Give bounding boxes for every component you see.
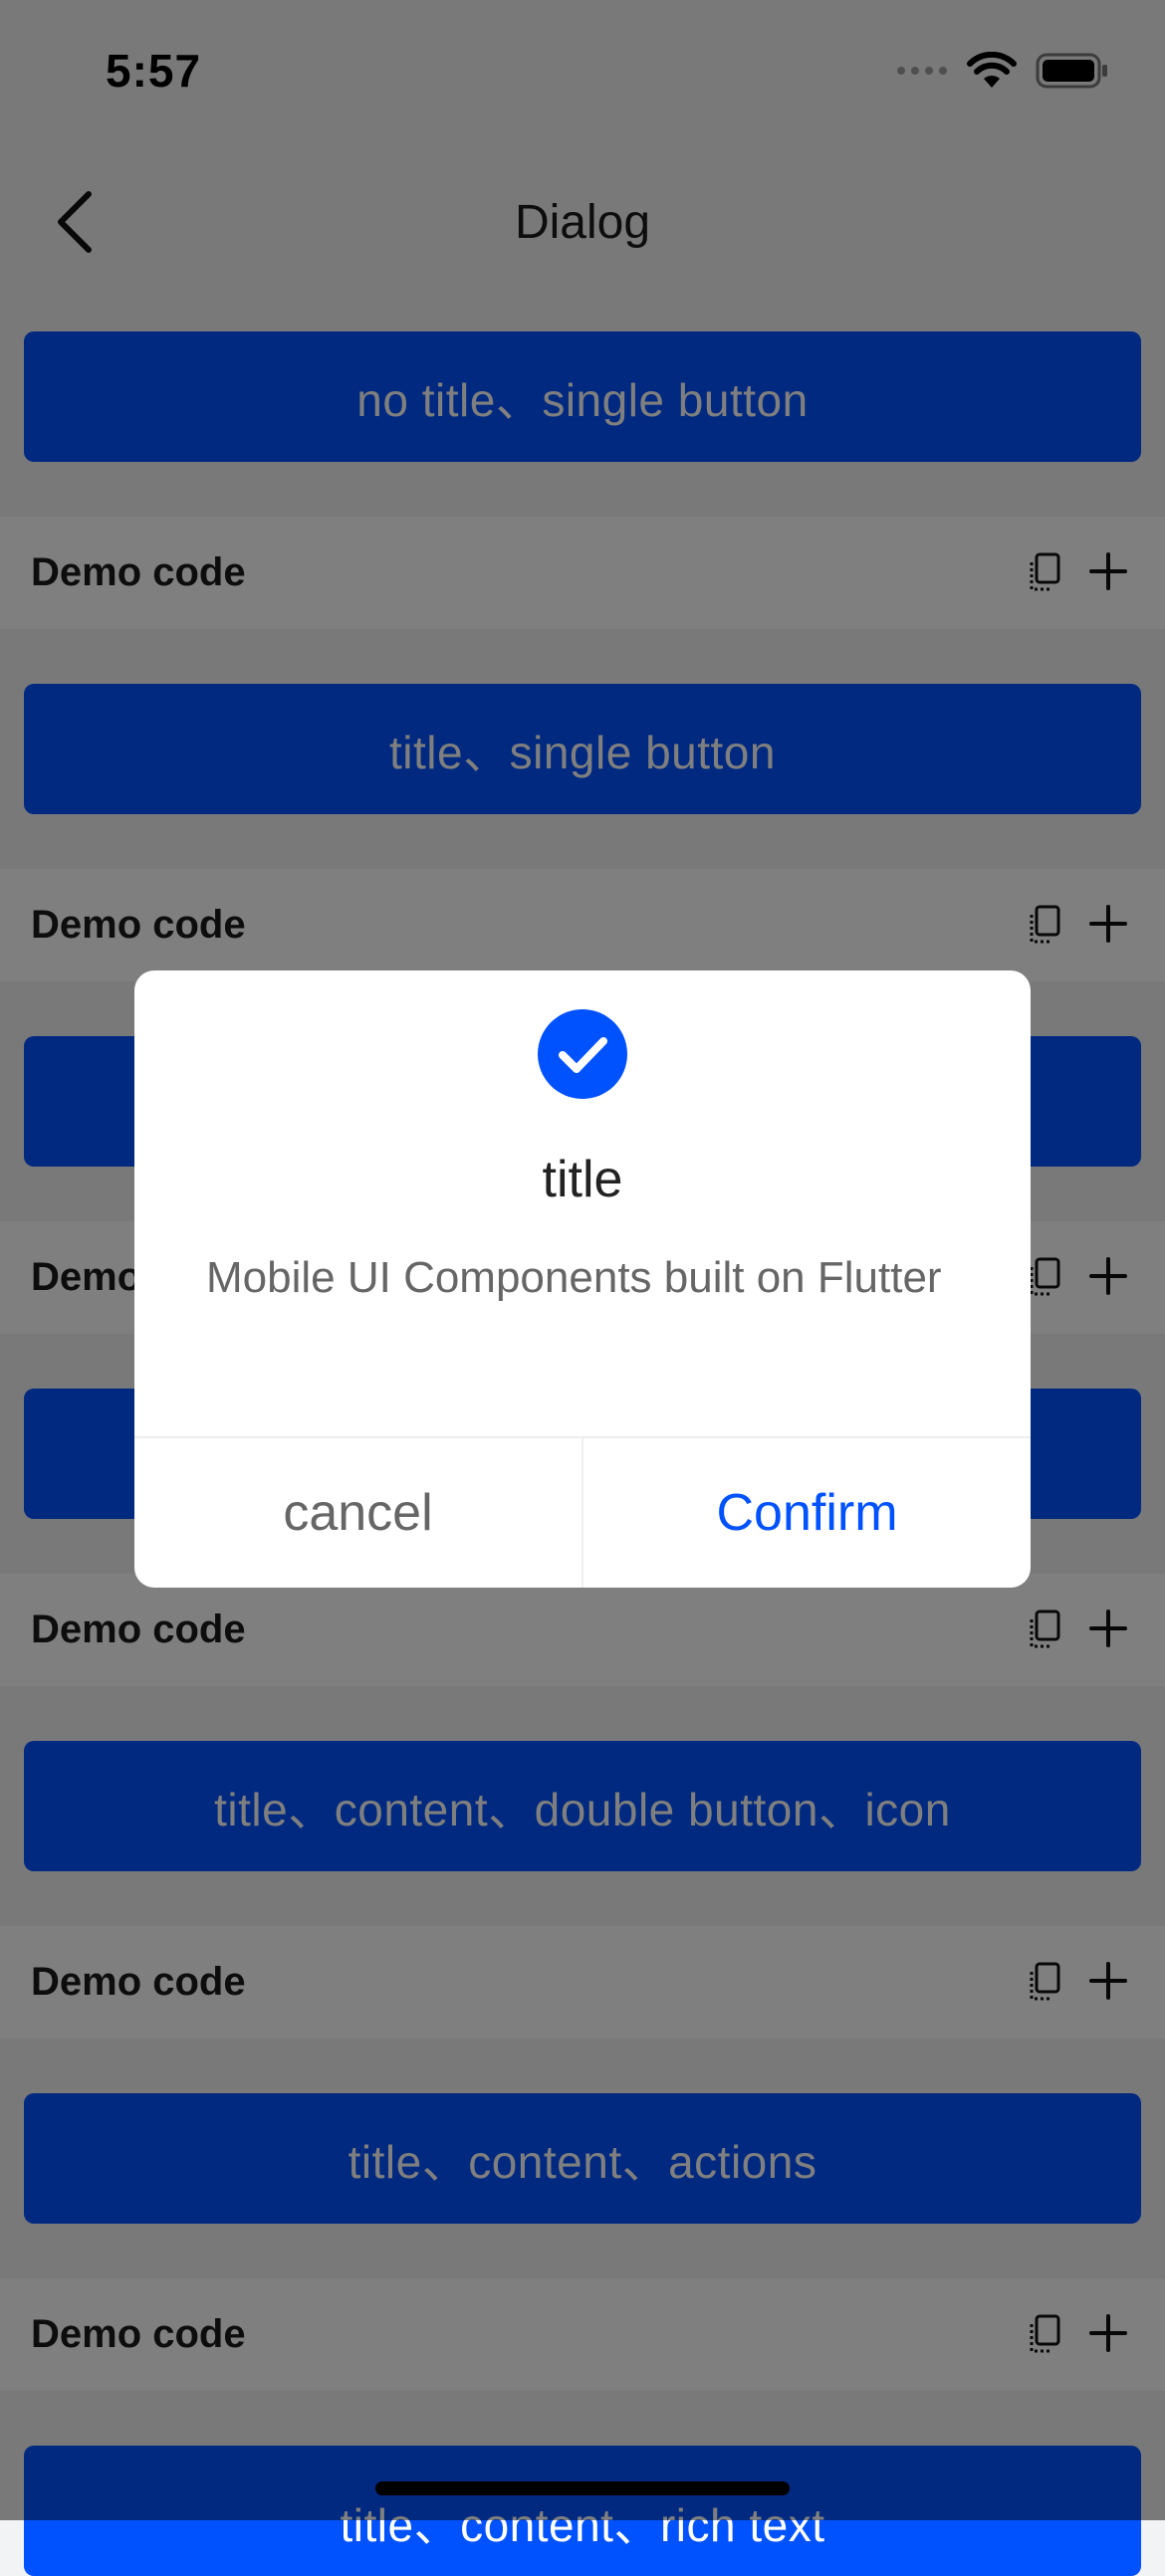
dialog-message: Mobile UI Components built on Flutter bbox=[206, 1253, 942, 1302]
dialog-actions: cancel Confirm bbox=[134, 1438, 1031, 1588]
confirm-button[interactable]: Confirm bbox=[583, 1438, 1031, 1588]
home-indicator bbox=[375, 2481, 790, 2495]
cancel-button[interactable]: cancel bbox=[134, 1438, 583, 1588]
check-circle-icon bbox=[538, 1009, 627, 1099]
dialog-title: title bbox=[542, 1151, 623, 1208]
dialog: title Mobile UI Components built on Flut… bbox=[134, 970, 1031, 1588]
